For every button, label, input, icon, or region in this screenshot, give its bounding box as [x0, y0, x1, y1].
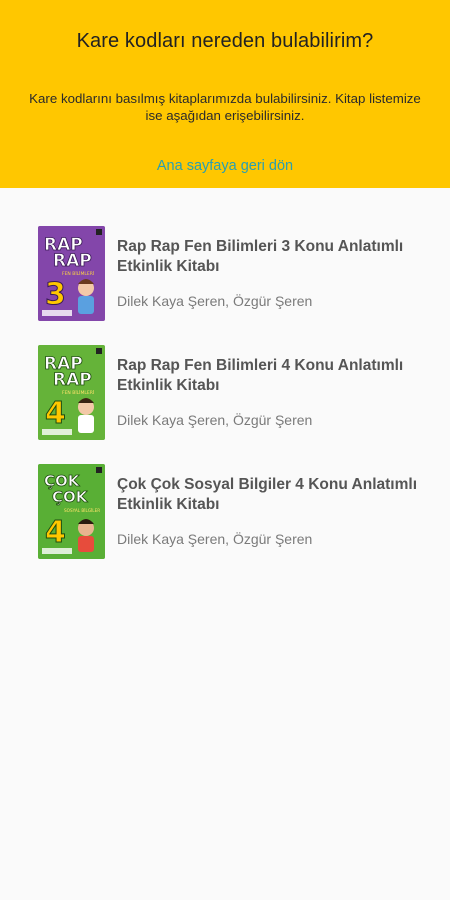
- page-title: Kare kodları nereden bulabilirim?: [76, 30, 374, 52]
- cover-word-2: RAP: [53, 370, 92, 390]
- book-item[interactable]: ÇOK ÇOK SOSYAL BİLGİLER 4 Çok Çok Sosyal…: [38, 464, 428, 559]
- page-description: Kare kodlarını basılmış kitaplarımızda b…: [29, 91, 421, 123]
- book-cover: ÇOK ÇOK SOSYAL BİLGİLER 4: [38, 464, 105, 559]
- cover-subtitle: FEN BİLİMLERİ: [62, 389, 94, 396]
- book-authors: Dilek Kaya Şeren, Özgür Şeren: [117, 531, 313, 547]
- cover-word-2: RAP: [53, 251, 92, 271]
- book-authors: Dilek Kaya Şeren, Özgür Şeren: [117, 293, 313, 309]
- header-banner: Kare kodları nereden bulabilirim? Kare k…: [0, 0, 450, 188]
- cover-grade: 3: [45, 277, 66, 312]
- book-item[interactable]: RAP RAP FEN BİLİMLERİ 4 Rap Rap Fen Bili…: [38, 345, 428, 440]
- book-title: Rap Rap Fen Bilimleri 3 Konu Anlatımlı E…: [117, 238, 404, 275]
- book-cover: RAP RAP FEN BİLİMLERİ 3: [38, 226, 105, 321]
- cover-grade: 4: [45, 396, 66, 431]
- cover-grade: 4: [45, 515, 66, 550]
- cover-word-2: ÇOK: [52, 488, 89, 506]
- cover-subtitle: SOSYAL BİLGİLER: [64, 508, 100, 513]
- book-title: Çok Çok Sosyal Bilgiler 4 Konu Anlatımlı…: [117, 476, 418, 513]
- cover-subtitle: FEN BİLİMLERİ: [62, 270, 94, 277]
- book-cover: RAP RAP FEN BİLİMLERİ 4: [38, 345, 105, 440]
- book-authors: Dilek Kaya Şeren, Özgür Şeren: [117, 412, 313, 428]
- book-item[interactable]: RAP RAP FEN BİLİMLERİ 3 Rap Rap Fen Bili…: [38, 226, 428, 321]
- back-to-home-link[interactable]: Ana sayfaya geri dön: [0, 158, 450, 174]
- book-title: Rap Rap Fen Bilimleri 4 Konu Anlatımlı E…: [117, 357, 404, 394]
